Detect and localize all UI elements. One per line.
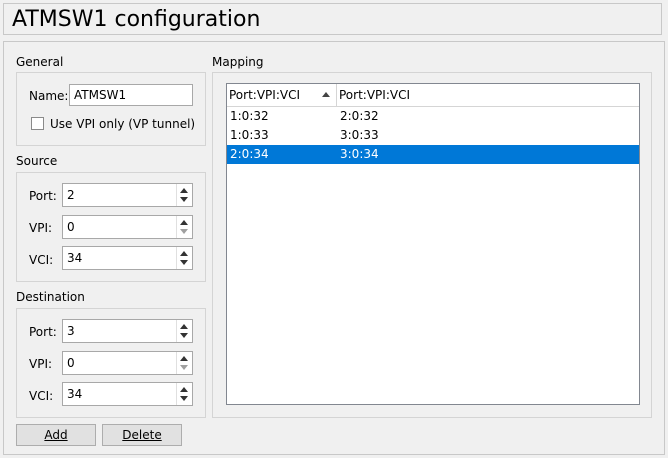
decrement-icon[interactable] [180,197,188,202]
name-input[interactable]: ATMSW1 [69,84,193,106]
increment-icon[interactable] [180,251,188,256]
name-label: Name: [29,89,69,103]
table-cell: 3:0:34 [340,147,379,161]
mapping-section-label: Mapping [212,55,264,69]
destination-port-spinbox[interactable]: 3 [62,319,193,343]
column-header-label: Port:VPI:VCI [229,88,300,102]
destination-port-label: Port: [29,325,57,339]
source-group: Port: 2 VPI: 0 VCI: 34 [16,172,206,282]
source-vci-spinbox[interactable]: 34 [62,246,193,270]
source-vpi-value: 0 [67,220,75,234]
table-header: Port:VPI:VCI Port:VPI:VCI [227,84,639,107]
table-cell: 3:0:33 [340,128,379,142]
general-section-label: General [16,55,64,69]
source-section-label: Source [16,154,58,168]
vp-tunnel-checkbox[interactable] [31,117,44,130]
table-cell: 2:0:34 [230,147,269,161]
source-vpi-label: VPI: [29,221,53,235]
column-header-label: Port:VPI:VCI [339,88,410,102]
column-header-destination[interactable]: Port:VPI:VCI [337,84,639,106]
sort-ascending-icon [322,92,330,97]
source-vci-label: VCI: [29,253,54,267]
vp-tunnel-label: Use VPI only (VP tunnel) [50,117,196,131]
table-cell: 1:0:32 [230,109,269,123]
source-vci-value: 34 [67,251,83,265]
destination-section-label: Destination [16,290,85,304]
increment-icon[interactable] [180,220,188,225]
title-bar: ATMSW1 configuration [3,3,662,35]
delete-button-label: Delete [122,428,162,442]
source-vpi-spinbox[interactable]: 0 [62,215,193,239]
destination-vpi-spinbox[interactable]: 0 [62,351,193,375]
column-header-source[interactable]: Port:VPI:VCI [227,84,337,106]
destination-group: Port: 3 VPI: 0 VCI: 34 [16,308,206,418]
window-title: ATMSW1 configuration [12,7,261,32]
increment-icon[interactable] [180,188,188,193]
delete-button[interactable]: Delete [102,424,182,446]
table-cell: 2:0:32 [340,109,379,123]
destination-port-value: 3 [67,324,75,338]
destination-vci-value: 34 [67,387,83,401]
source-port-value: 2 [67,188,75,202]
destination-vpi-value: 0 [67,356,75,370]
increment-icon[interactable] [180,356,188,361]
source-port-spinbox[interactable]: 2 [62,183,193,207]
source-port-label: Port: [29,189,57,203]
destination-vci-label: VCI: [29,389,54,403]
add-button-label: Add [44,428,68,442]
destination-vpi-label: VPI: [29,357,53,371]
increment-icon[interactable] [180,387,188,392]
table-row-selected[interactable]: 2:0:34 3:0:34 [227,145,639,164]
destination-vci-spinbox[interactable]: 34 [62,382,193,406]
decrement-icon[interactable] [180,333,188,338]
decrement-icon[interactable] [180,229,188,234]
general-group: Name: ATMSW1 Use VPI only (VP tunnel) [16,72,206,146]
table-row[interactable]: 1:0:32 2:0:32 [227,107,639,126]
decrement-icon[interactable] [180,260,188,265]
add-button[interactable]: Add [16,424,96,446]
decrement-icon[interactable] [180,396,188,401]
table-cell: 1:0:33 [230,128,269,142]
increment-icon[interactable] [180,324,188,329]
mapping-table[interactable]: Port:VPI:VCI Port:VPI:VCI 1:0:32 2:0:32 … [226,83,640,405]
table-row[interactable]: 1:0:33 3:0:33 [227,126,639,145]
decrement-icon[interactable] [180,365,188,370]
